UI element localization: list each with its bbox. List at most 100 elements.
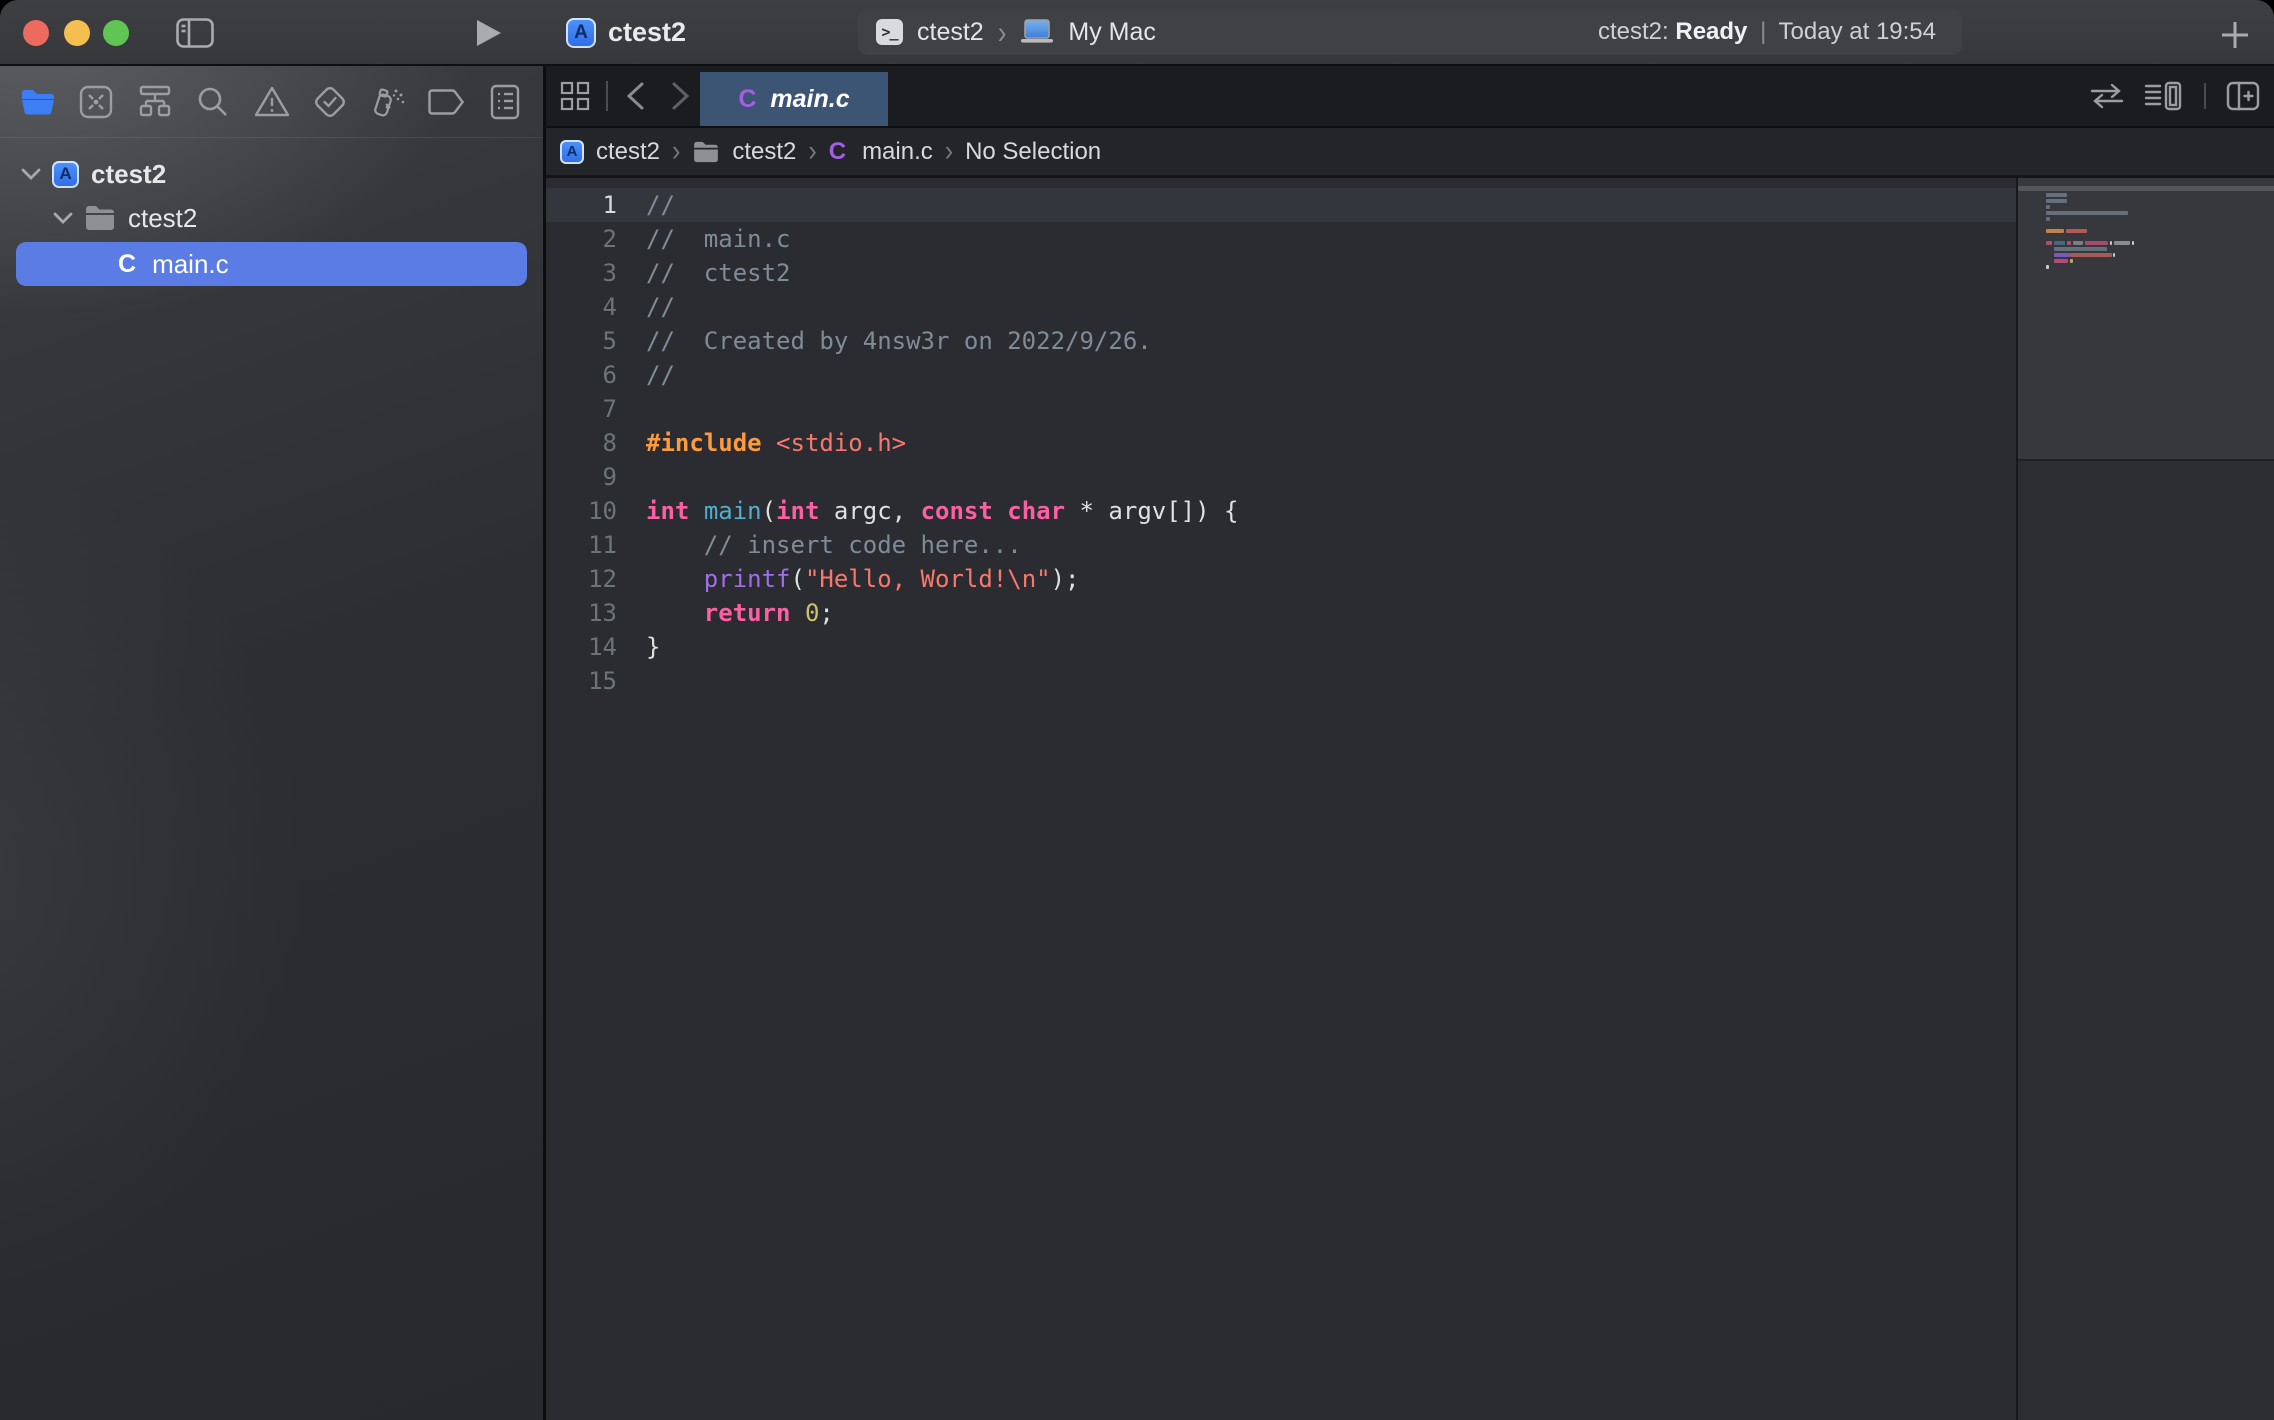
code-review-icon[interactable] [2090,82,2124,110]
minimap-bar [2132,241,2134,245]
code-line[interactable]: 2// main.c [546,222,1238,256]
breakpoints-icon[interactable] [425,80,469,124]
line-number[interactable]: 8 [546,429,617,457]
close-window-button[interactable] [23,20,49,46]
code-line[interactable]: 5// Created by 4nsw3r on 2022/9/26. [546,324,1238,358]
xcode-project-icon: A [52,161,79,188]
sidebar-toggle-icon[interactable] [176,18,214,48]
scheme-destination[interactable]: My Mac [1068,18,1156,47]
code-line[interactable]: 9 [546,460,1238,494]
back-button-icon[interactable] [624,81,646,111]
code-line[interactable]: 3// ctest2 [546,256,1238,290]
search-icon[interactable] [191,80,235,124]
minimap-bar [2046,241,2052,245]
tab-main-c[interactable]: C main.c [700,72,888,126]
folder-icon [692,141,720,163]
divider [606,81,608,111]
forward-button-icon[interactable] [670,81,692,111]
code-line[interactable]: 15 [546,664,1238,698]
code-line[interactable]: 11 // insert code here... [546,528,1238,562]
line-number[interactable]: 15 [546,667,617,695]
line-number[interactable]: 7 [546,395,617,423]
symbols-icon[interactable] [133,80,177,124]
related-items-icon[interactable] [560,81,590,111]
tab-label[interactable]: main.c [770,85,849,114]
code-line[interactable]: 4// [546,290,1238,324]
jumpbar-file[interactable]: main.c [862,138,933,166]
code-pane[interactable]: 1//2// main.c3// ctest24//5// Created by… [546,188,1238,698]
chevron-down-icon[interactable] [20,167,42,181]
line-number[interactable]: 4 [546,293,617,321]
line-number[interactable]: 2 [546,225,617,253]
chevron-down-icon[interactable] [52,211,74,225]
tree-row-file-selected[interactable]: C main.c [16,242,527,286]
minimap-empty-area [2018,459,2274,1420]
minimap-bar [2066,229,2087,233]
line-number[interactable]: 12 [546,565,617,593]
minimize-window-button[interactable] [64,20,90,46]
code-line[interactable]: 14} [546,630,1238,664]
chevron-separator: › [998,13,1007,52]
minimap[interactable] [2018,178,2274,459]
code-line[interactable]: 10int main(int argc, const char * argv[]… [546,494,1238,528]
tree-label[interactable]: main.c [152,249,229,280]
minimap-bar [2046,265,2049,269]
jumpbar-project[interactable]: ctest2 [596,138,660,166]
minimap-bar [2046,211,2128,215]
scheme-activity-bar[interactable]: >_ ctest2 › My Mac ctest2: Ready | T [858,9,1962,55]
reports-icon[interactable] [483,80,527,124]
code-text: // insert code here... [617,531,1022,559]
project-navigator-icon[interactable] [16,80,60,124]
chevron-separator: › [672,134,680,169]
tree-row-project[interactable]: A ctest2 [0,152,543,196]
line-number[interactable]: 3 [546,259,617,287]
editor-options-icon[interactable] [2144,81,2184,111]
code-line[interactable]: 7 [546,392,1238,426]
code-line[interactable]: 12 printf("Hello, World!\n"); [546,562,1238,596]
chevron-separator: › [945,134,953,169]
code-line[interactable]: 1// [546,188,1238,222]
issues-icon[interactable] [250,80,294,124]
code-line[interactable]: 13 return 0; [546,596,1238,630]
scheme-selector[interactable]: >_ ctest2 › My Mac [858,17,1598,48]
line-number[interactable]: 11 [546,531,617,559]
code-text: // [617,361,675,389]
tree-label[interactable]: ctest2 [91,159,166,190]
line-number[interactable]: 1 [546,191,617,219]
project-tree: A ctest2 ctest2 C main.c [0,138,543,286]
jumpbar-selection[interactable]: No Selection [965,138,1101,166]
library-add-button[interactable] [2220,20,2250,50]
code-line[interactable]: 8#include <stdio.h> [546,426,1238,460]
tree-row-group[interactable]: ctest2 [0,196,543,240]
run-button[interactable] [476,19,502,47]
navigator-tab-bar [0,66,543,138]
navigator-sidebar: A ctest2 ctest2 C main.c [0,66,543,1420]
code-text: return 0; [617,599,834,627]
line-number[interactable]: 14 [546,633,617,661]
debug-icon[interactable] [366,80,410,124]
code-line[interactable]: 6// [546,358,1238,392]
tree-label[interactable]: ctest2 [128,203,197,234]
toolbar: A ctest2 >_ ctest2 › My Mac [0,0,2274,66]
line-number[interactable]: 10 [546,497,617,525]
xcode-project-icon: A [566,18,596,48]
zoom-window-button[interactable] [103,20,129,46]
terminal-scheme-icon: >_ [876,19,903,45]
minimap-bar [2054,253,2070,257]
sidebar-split-divider[interactable] [543,66,546,1420]
line-number[interactable]: 5 [546,327,617,355]
add-editor-icon[interactable] [2226,81,2260,111]
c-file-icon: C [118,250,136,279]
line-number[interactable]: 13 [546,599,617,627]
tests-icon[interactable] [308,80,352,124]
scheme-target[interactable]: ctest2 [917,18,984,47]
code-text: // [617,191,675,219]
code-text: #include <stdio.h> [617,429,906,457]
source-control-icon[interactable] [74,80,118,124]
line-number[interactable]: 9 [546,463,617,491]
minimap-bar [2067,241,2071,245]
jumpbar-group[interactable]: ctest2 [732,138,796,166]
line-number[interactable]: 6 [546,361,617,389]
code-text: // ctest2 [617,259,791,287]
source-editor[interactable]: 1//2// main.c3// ctest24//5// Created by… [546,178,2274,1420]
